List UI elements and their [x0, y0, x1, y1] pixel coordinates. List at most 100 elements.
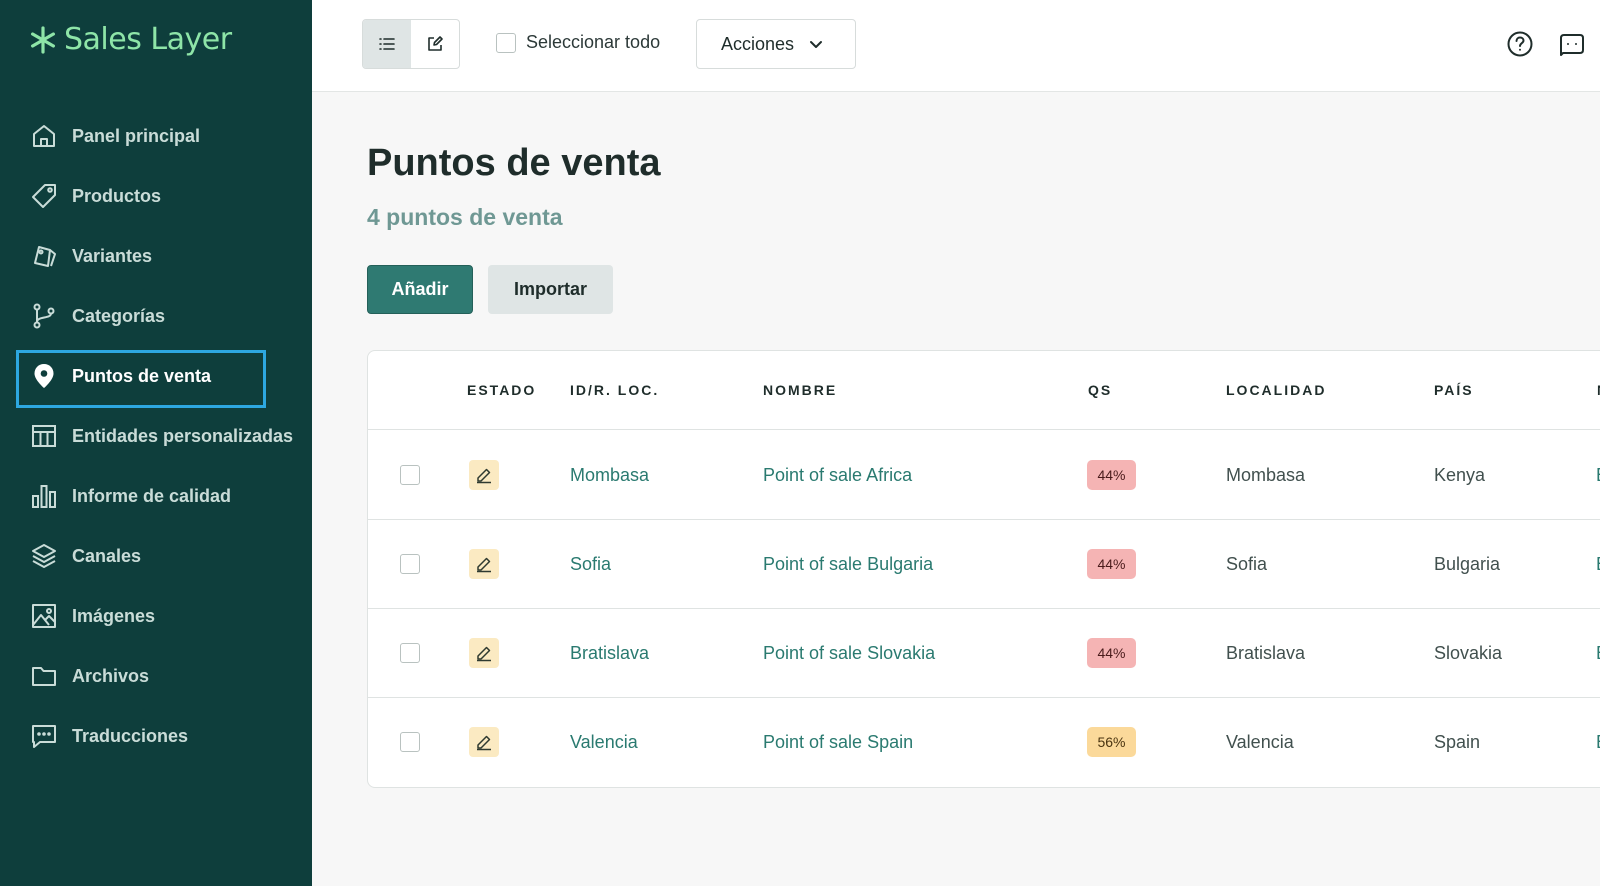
sidebar-item-label: Entidades personalizadas — [72, 425, 294, 446]
cell-id[interactable]: Valencia — [570, 732, 638, 753]
sidebar-item-label: Variantes — [72, 245, 153, 266]
cell-name[interactable]: Point of sale Bulgaria — [763, 554, 933, 575]
sidebar-item-label: Informe de calidad — [72, 485, 232, 506]
asterisk-logo-icon — [30, 25, 55, 54]
cell-truncated: E — [1596, 643, 1600, 664]
edit-view-button[interactable] — [411, 20, 459, 68]
qs-badge: 44% — [1087, 549, 1136, 579]
import-button[interactable]: Importar — [488, 265, 613, 314]
table-header: ESTADO ID/R. LOC. NOMBRE QS LOCALIDAD PA… — [368, 351, 1600, 430]
select-all[interactable]: Seleccionar todo — [496, 32, 660, 53]
cell-locality: Sofia — [1226, 554, 1268, 574]
sidebar-item-label: Archivos — [72, 665, 150, 686]
sidebar-item-categorias[interactable]: Categorías — [16, 286, 296, 346]
points-of-sale-table: ESTADO ID/R. LOC. NOMBRE QS LOCALIDAD PA… — [367, 350, 1600, 788]
bar-chart-icon — [32, 485, 56, 508]
logo-text: Sales Layer — [64, 22, 232, 57]
table-columns-icon — [32, 425, 56, 447]
row-checkbox[interactable] — [400, 554, 420, 574]
table-row[interactable]: Mombasa Point of sale Africa 44% Mombasa… — [368, 431, 1600, 520]
header-id-loc[interactable]: ID/R. LOC. — [570, 382, 659, 398]
row-checkbox[interactable] — [400, 465, 420, 485]
qs-badge: 44% — [1087, 460, 1136, 490]
sidebar-item-imagenes[interactable]: Imágenes — [16, 586, 296, 646]
cell-id[interactable]: Bratislava — [570, 643, 649, 664]
cell-country: Bulgaria — [1434, 554, 1501, 574]
cell-country: Slovakia — [1434, 643, 1503, 663]
view-toggle — [362, 19, 460, 69]
cell-locality: Valencia — [1226, 732, 1294, 752]
edit-button[interactable] — [469, 638, 499, 668]
cell-truncated: E — [1596, 465, 1600, 486]
header-nombre[interactable]: NOMBRE — [763, 382, 837, 398]
pencil-icon — [477, 468, 491, 484]
actions-dropdown[interactable]: Acciones — [696, 19, 856, 69]
table-row[interactable]: Sofia Point of sale Bulgaria 44% Sofia B… — [368, 520, 1600, 609]
home-icon — [33, 125, 55, 147]
header-pais[interactable]: PAÍS — [1434, 382, 1474, 398]
cell-country: Spain — [1434, 732, 1481, 752]
sidebar: Sales Layer Panel principal Productos Va… — [0, 0, 312, 886]
sidebar-item-canales[interactable]: Canales — [16, 526, 296, 586]
pencil-icon — [477, 646, 491, 662]
pencil-icon — [477, 735, 491, 751]
cell-truncated: E — [1596, 554, 1600, 575]
cell-locality: Mombasa — [1226, 465, 1306, 485]
page-subtitle: 4 puntos de venta — [367, 204, 563, 230]
header-localidad[interactable]: LOCALIDAD — [1226, 382, 1326, 398]
list-view-button[interactable] — [363, 20, 411, 68]
cell-truncated: E — [1596, 732, 1600, 753]
sidebar-item-archivos[interactable]: Archivos — [16, 646, 296, 706]
top-toolbar: Seleccionar todo Acciones — [312, 0, 1600, 92]
tag-icon — [32, 184, 56, 208]
message-icon — [32, 725, 56, 748]
sidebar-nav: Panel principal Productos Variantes Cate… — [16, 106, 296, 766]
row-checkbox[interactable] — [400, 732, 420, 752]
select-all-checkbox[interactable] — [496, 32, 516, 53]
sidebar-item-entidades-personalizadas[interactable]: Entidades personalizadas — [16, 406, 296, 466]
sidebar-item-productos[interactable]: Productos — [16, 166, 296, 226]
cell-name[interactable]: Point of sale Africa — [763, 465, 912, 486]
header-qs[interactable]: QS — [1088, 382, 1112, 398]
sidebar-item-variantes[interactable]: Variantes — [16, 226, 296, 286]
table-row[interactable]: Bratislava Point of sale Slovakia 44% Br… — [368, 609, 1600, 698]
pencil-icon — [477, 557, 491, 573]
table-row[interactable]: Valencia Point of sale Spain 56% Valenci… — [368, 698, 1600, 787]
actions-label: Acciones — [721, 33, 795, 54]
list-icon — [379, 38, 395, 50]
help-icon[interactable] — [1506, 30, 1534, 58]
logo[interactable]: Sales Layer — [28, 22, 232, 57]
sidebar-item-puntos-de-venta[interactable]: Puntos de venta — [16, 346, 296, 408]
sidebar-item-label: Puntos de venta — [72, 365, 212, 386]
page-title: Puntos de venta — [367, 142, 661, 184]
select-all-label: Seleccionar todo — [526, 32, 661, 52]
edit-button[interactable] — [469, 727, 499, 757]
sidebar-item-traducciones[interactable]: Traducciones — [16, 706, 296, 766]
folder-icon — [32, 667, 56, 686]
cell-country: Kenya — [1434, 465, 1486, 485]
sidebar-item-label: Productos — [72, 185, 162, 206]
map-pin-icon — [34, 364, 54, 388]
tags-icon — [34, 246, 56, 267]
row-checkbox[interactable] — [400, 643, 420, 663]
cell-name[interactable]: Point of sale Spain — [763, 732, 913, 753]
sidebar-item-label: Imágenes — [72, 605, 156, 626]
sidebar-item-label: Traducciones — [72, 725, 189, 746]
header-estado[interactable]: ESTADO — [467, 382, 536, 398]
sidebar-item-informe-de-calidad[interactable]: Informe de calidad — [16, 466, 296, 526]
qs-badge: 44% — [1087, 638, 1136, 668]
sidebar-item-label: Panel principal — [72, 125, 201, 146]
git-branch-icon — [33, 303, 55, 329]
edit-button[interactable] — [469, 549, 499, 579]
cell-name[interactable]: Point of sale Slovakia — [763, 643, 935, 664]
cell-id[interactable]: Sofia — [570, 554, 611, 575]
sidebar-item-label: Canales — [72, 545, 142, 566]
edit-button[interactable] — [469, 460, 499, 490]
chevron-down-icon — [810, 41, 823, 48]
qs-badge: 56% — [1087, 727, 1136, 757]
sidebar-item-label: Categorías — [72, 305, 166, 326]
add-button[interactable]: Añadir — [367, 265, 473, 314]
sidebar-item-panel-principal[interactable]: Panel principal — [16, 106, 296, 166]
cell-id[interactable]: Mombasa — [570, 465, 649, 486]
chat-icon[interactable] — [1558, 30, 1586, 58]
